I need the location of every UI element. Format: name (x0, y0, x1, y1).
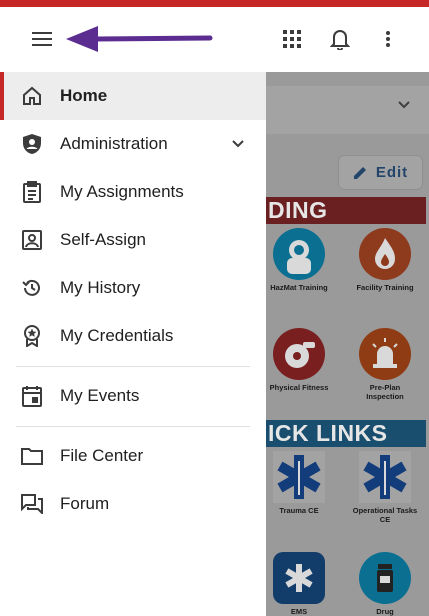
nav-item-label: Home (60, 86, 108, 105)
contact-card-icon (21, 229, 43, 251)
apps-grid-icon[interactable] (280, 27, 304, 51)
navigation-drawer: Home Administration My Assignments Self-… (0, 72, 266, 616)
tile-label: EMS (290, 607, 308, 616)
chevron-down-icon[interactable] (231, 139, 245, 149)
nav-item-label: My Credentials (60, 326, 174, 345)
alarm-light-icon (359, 328, 411, 380)
tile-fitness: Physical Fitness (264, 328, 334, 392)
more-vertical-icon[interactable] (376, 27, 400, 51)
tile-label: Physical Fitness (269, 383, 329, 392)
nav-item-label: Forum (60, 494, 110, 513)
tile-operational: Operational Tasks CE (350, 451, 420, 524)
edit-label: Edit (375, 164, 409, 181)
tile-trauma: Trauma CE (264, 451, 334, 515)
tile-drug: Drug (350, 552, 420, 616)
nav-item-my-assignments[interactable]: My Assignments (0, 168, 266, 216)
nav-item-file-center[interactable]: File Center (0, 432, 266, 480)
clipboard-icon (21, 181, 43, 203)
tile-preplan: Pre-Plan Inspection (350, 328, 420, 401)
history-icon (21, 277, 43, 299)
nav-item-my-credentials[interactable]: My Credentials (0, 312, 266, 360)
top-brand-stripe (0, 0, 429, 7)
app-bar (0, 7, 429, 72)
nav-item-label: My History (60, 278, 141, 297)
nav-item-label: File Center (60, 446, 144, 465)
hamburger-menu-icon[interactable] (28, 26, 56, 52)
tile-label: HazMat Training (270, 283, 328, 292)
nav-item-administration[interactable]: Administration (0, 120, 266, 168)
folder-icon (21, 445, 43, 467)
edit-button: Edit (338, 155, 423, 190)
hazmat-suit-icon (273, 228, 325, 280)
nav-item-label: My Events (60, 386, 140, 405)
pill-bottle-icon (359, 552, 411, 604)
tile-hazmat: HazMat Training (264, 228, 334, 292)
star-of-life-icon (273, 451, 325, 503)
drawer-divider (16, 426, 250, 427)
tile-label: Trauma CE (279, 506, 319, 515)
tile-label: Facility Training (356, 283, 414, 292)
weight-plate-icon (273, 328, 325, 380)
fire-icon (359, 228, 411, 280)
drawer-divider (16, 366, 250, 367)
background-select (266, 86, 429, 134)
chevron-down-icon (397, 100, 411, 110)
training-banner: DING (266, 197, 426, 224)
forum-icon (21, 493, 43, 515)
nav-item-home[interactable]: Home (0, 72, 266, 120)
bell-icon[interactable] (328, 26, 352, 52)
tile-label: Operational Tasks CE (352, 506, 418, 524)
badge-award-icon (21, 325, 43, 347)
quick-links-banner: ICK LINKS (266, 420, 426, 447)
nav-item-label: My Assignments (60, 182, 184, 201)
star-of-life-icon (359, 451, 411, 503)
tile-label: Pre-Plan Inspection (366, 383, 404, 401)
tile-facility: Facility Training (350, 228, 420, 292)
home-icon (21, 85, 43, 107)
tile-label: Drug (376, 607, 394, 616)
calendar-event-icon (21, 385, 43, 407)
tile-ems: EMS (264, 552, 334, 616)
annotation-arrow (66, 24, 216, 54)
nav-item-my-history[interactable]: My History (0, 264, 266, 312)
nav-item-my-events[interactable]: My Events (0, 372, 266, 420)
nav-item-label: Self-Assign (60, 230, 146, 249)
nav-item-label: Administration (60, 134, 168, 153)
pencil-icon (353, 165, 368, 180)
nav-item-self-assign[interactable]: Self-Assign (0, 216, 266, 264)
nav-item-forum[interactable]: Forum (0, 480, 266, 528)
shield-person-icon (21, 133, 43, 155)
ems-icon (273, 552, 325, 604)
